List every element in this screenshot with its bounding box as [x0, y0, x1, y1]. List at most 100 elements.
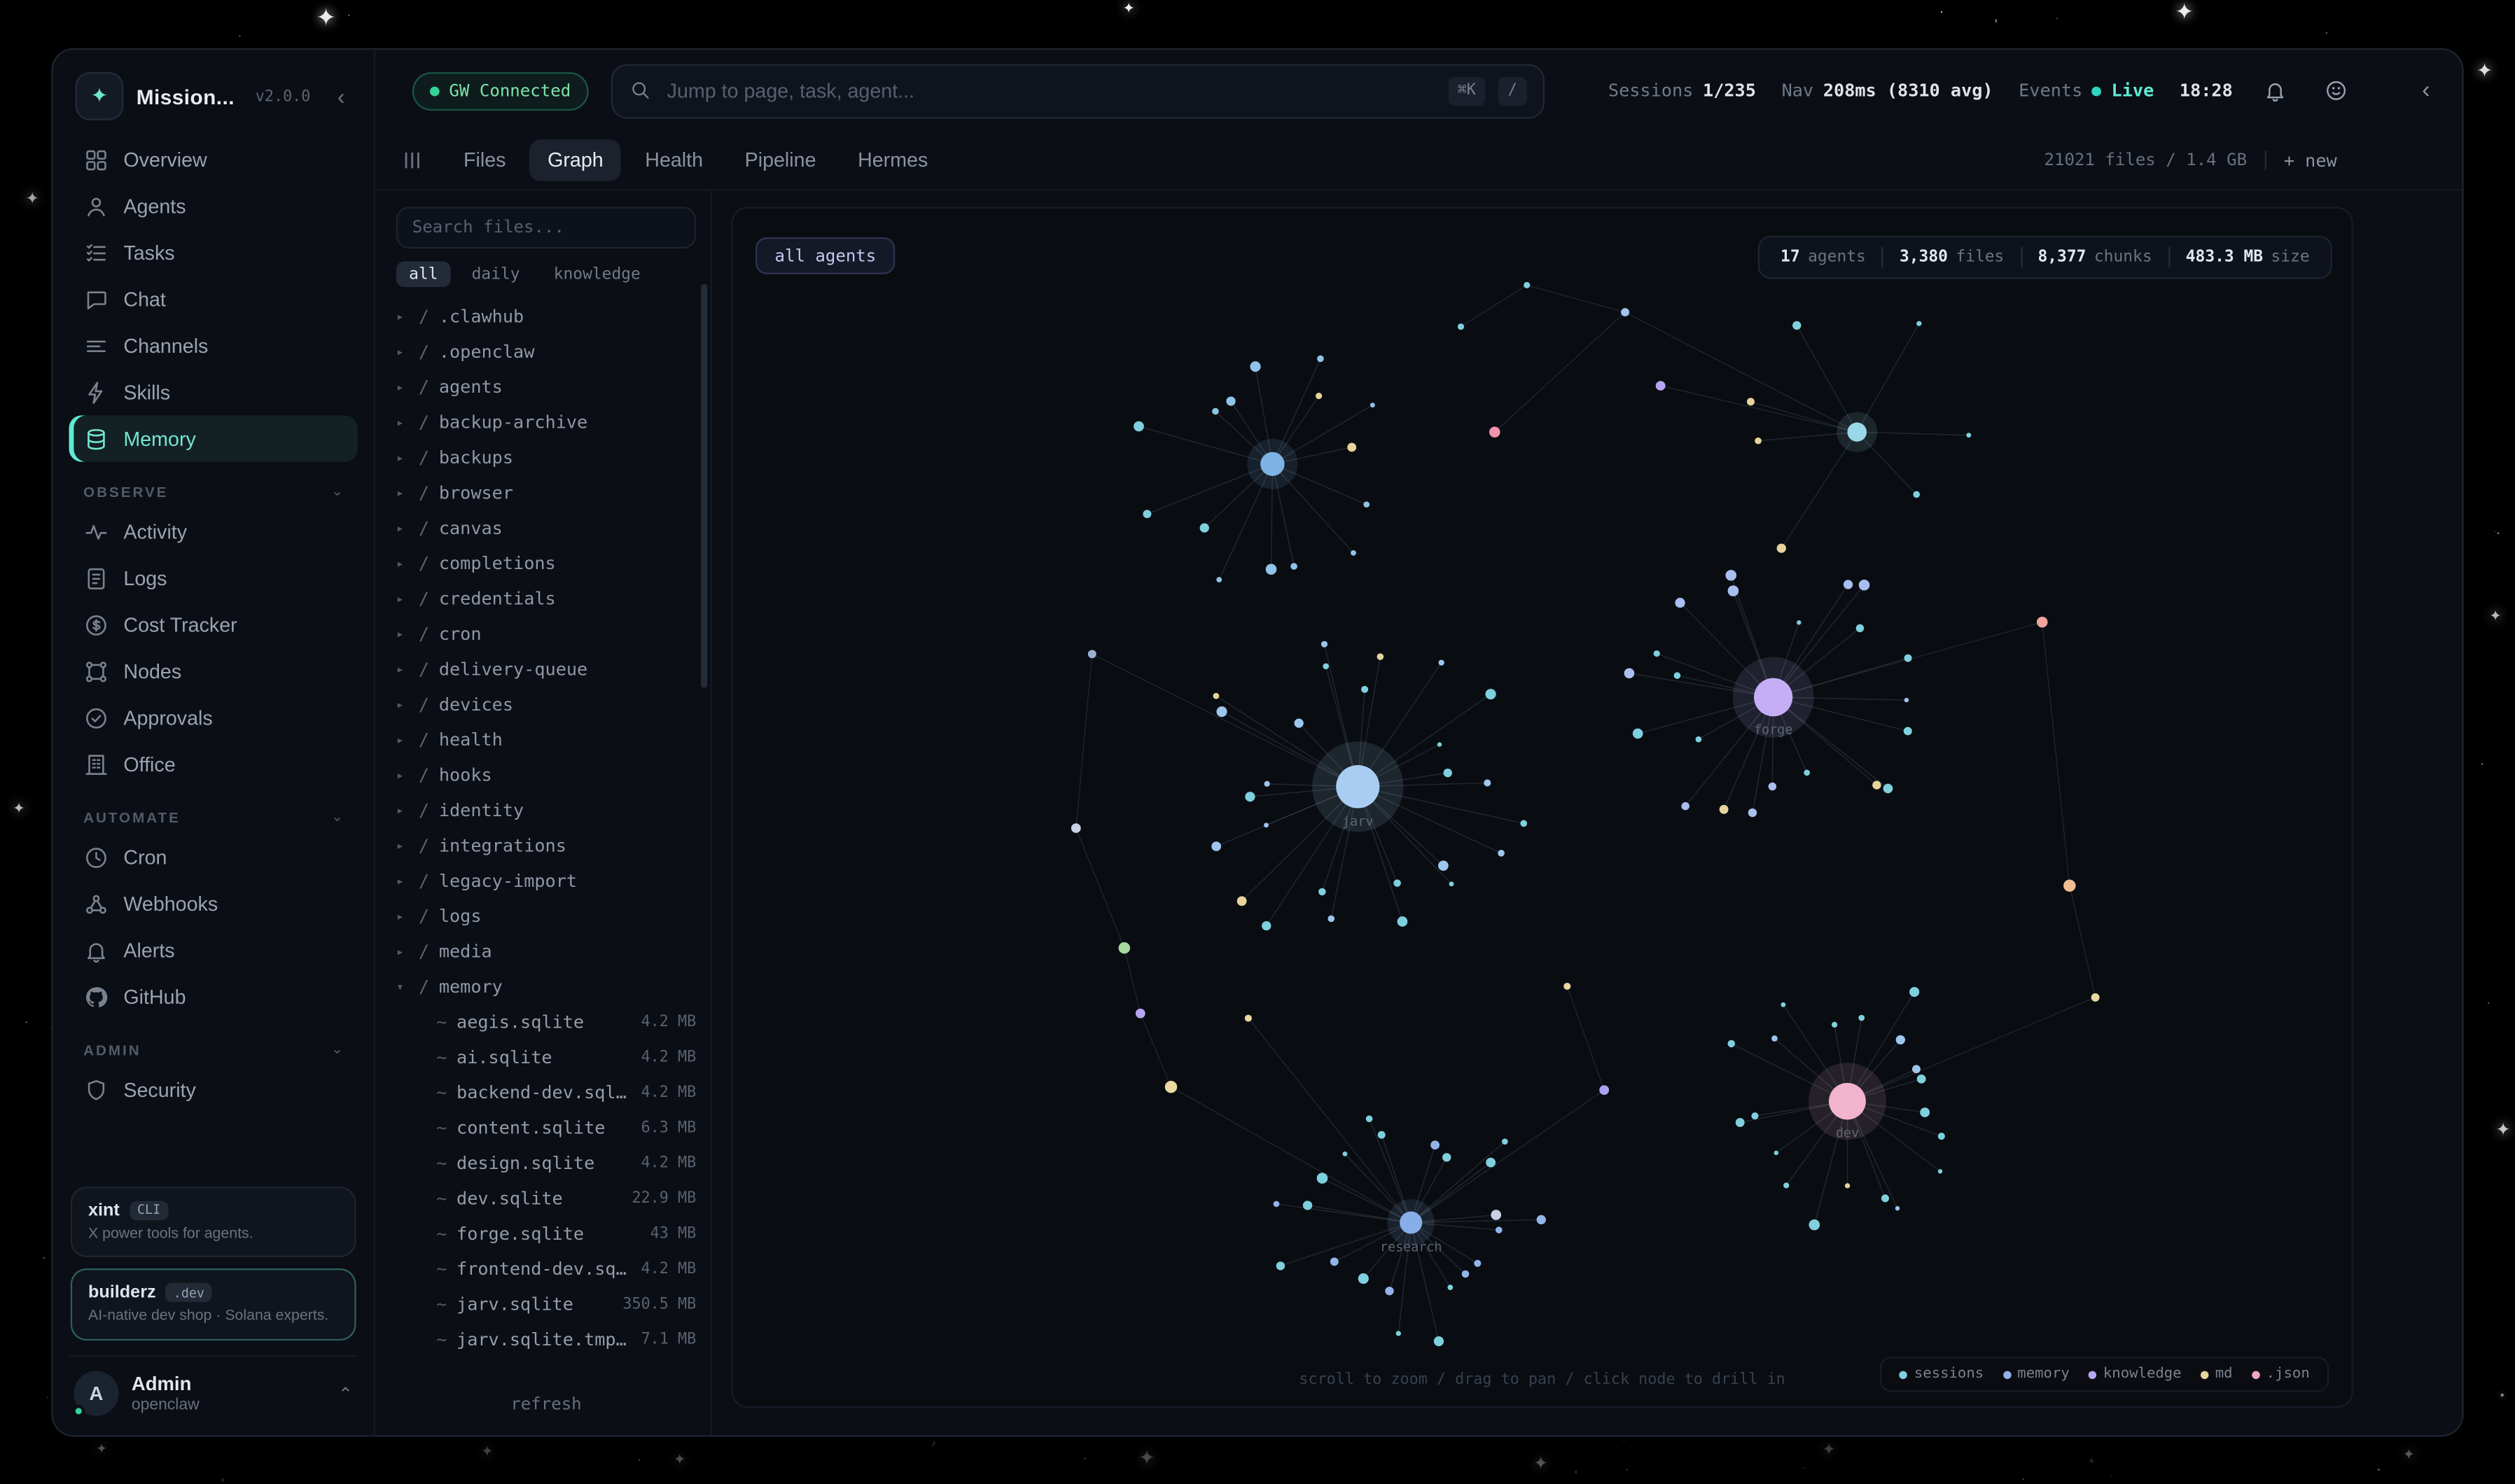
file-bullet: ~	[436, 1258, 447, 1279]
graph-hub-jarv[interactable]	[1336, 765, 1379, 808]
folder-row[interactable]: ▸/.clawhub	[396, 298, 696, 333]
gateway-status-badge[interactable]: GW Connected	[412, 71, 589, 110]
folder-row[interactable]: ▸/delivery-queue	[396, 651, 696, 686]
refresh-button[interactable]: refresh	[396, 1384, 696, 1426]
notifications-bell-icon[interactable]	[2255, 71, 2294, 110]
tab-graph[interactable]: Graph	[530, 139, 621, 181]
filter-daily[interactable]: daily	[459, 261, 533, 287]
file-row[interactable]: ~jarv.sqlite.tmp…7.1 MB	[396, 1322, 696, 1357]
tab-pipeline[interactable]: Pipeline	[727, 139, 833, 181]
file-row[interactable]: ~backend-dev.sql…4.2 MB	[396, 1074, 696, 1110]
sidebar-item-logs[interactable]: Logs	[69, 555, 358, 601]
app-logo-icon: ✦	[76, 72, 124, 120]
folder-row[interactable]: ▸/health	[396, 722, 696, 757]
folder-row[interactable]: ▸/legacy-import	[396, 862, 696, 897]
sidebar-item-approvals[interactable]: Approvals	[69, 694, 358, 741]
file-search[interactable]	[396, 207, 696, 249]
folder-row[interactable]: ▸/media	[396, 933, 696, 968]
sidebar-item-agents[interactable]: Agents	[69, 183, 358, 229]
file-row[interactable]: ~jarv.sqlite350.5 MB	[396, 1286, 696, 1321]
star-sparkle: ✦	[2175, 0, 2194, 22]
agents-filter-badge[interactable]: all agents	[755, 237, 896, 274]
caret-right-icon: ▸	[396, 309, 409, 323]
folder-row[interactable]: ▸/identity	[396, 792, 696, 827]
file-name: content.sqlite	[457, 1117, 605, 1138]
stat-value: 483.3 MB	[2186, 248, 2263, 266]
chevron-down-icon[interactable]: ⌄	[331, 1041, 343, 1058]
nodes-icon	[83, 658, 109, 684]
file-row[interactable]: ~design.sqlite4.2 MB	[396, 1145, 696, 1180]
tab-health[interactable]: Health	[627, 139, 720, 181]
folder-row[interactable]: ▸/devices	[396, 686, 696, 721]
folder-row[interactable]: ▸/completions	[396, 545, 696, 580]
memory-graph-canvas[interactable]: jarvforgedevresearch	[733, 209, 2351, 1406]
graph-hub-hubB[interactable]	[1847, 423, 1867, 442]
sidebar-item-security[interactable]: Security	[69, 1066, 358, 1112]
folder-row[interactable]: ▸/backups	[396, 440, 696, 475]
chevron-down-icon[interactable]: ⌄	[331, 483, 343, 500]
filter-all[interactable]: all	[396, 261, 451, 287]
right-panel-toggle-icon[interactable]: ‹	[2416, 77, 2437, 104]
folder-row[interactable]: ▸/.openclaw	[396, 333, 696, 368]
sidebar-item-skills[interactable]: Skills	[69, 369, 358, 415]
sidebar-item-office[interactable]: Office	[69, 741, 358, 787]
file-row[interactable]: ~dev.sqlite22.9 MB	[396, 1180, 696, 1215]
graph-hub-research[interactable]	[1400, 1212, 1422, 1234]
folder-row[interactable]: ▸/browser	[396, 475, 696, 510]
graph-hub-dev[interactable]	[1829, 1083, 1866, 1119]
folder-row[interactable]: ▸/credentials	[396, 580, 696, 615]
sidebar-item-overview[interactable]: Overview	[69, 136, 358, 183]
file-row[interactable]: ~ai.sqlite4.2 MB	[396, 1039, 696, 1074]
legend-item-memory: memory	[2003, 1366, 2070, 1382]
sidebar-item-activity[interactable]: Activity	[69, 508, 358, 554]
sidebar-item-cost-tracker[interactable]: Cost Tracker	[69, 601, 358, 648]
folder-row[interactable]: ▸/logs	[396, 898, 696, 933]
folder-row[interactable]: ▸/canvas	[396, 510, 696, 545]
folder-row[interactable]: ▸/hooks	[396, 757, 696, 792]
file-tree-scrollbar[interactable]	[701, 284, 707, 687]
file-search-input[interactable]	[412, 218, 681, 237]
folder-row[interactable]: ▸/agents	[396, 369, 696, 404]
stat-value: 3,380	[1900, 248, 1948, 266]
files-summary: 21021 files / 1.4 GB	[2044, 150, 2247, 169]
user-menu[interactable]: A Admin openclaw ⌃	[69, 1355, 358, 1420]
file-size: 43 MB	[650, 1224, 697, 1242]
folder-row[interactable]: ▸/cron	[396, 616, 696, 651]
tab-files[interactable]: Files	[446, 139, 524, 181]
global-search[interactable]: ⌘K /	[611, 63, 1544, 118]
sidebar-item-nodes[interactable]: Nodes	[69, 648, 358, 694]
chevron-up-icon[interactable]: ⌃	[338, 1383, 353, 1404]
logs-icon	[83, 566, 109, 592]
sidebar-item-tasks[interactable]: Tasks	[69, 230, 358, 276]
columns-layout-icon[interactable]	[401, 149, 424, 172]
graph-hub-hubA[interactable]	[1260, 452, 1284, 476]
sidebar-item-channels[interactable]: Channels	[69, 322, 358, 368]
filter-knowledge[interactable]: knowledge	[541, 261, 653, 287]
sidebar-item-alerts[interactable]: Alerts	[69, 927, 358, 973]
folder-row[interactable]: ▸/integrations	[396, 827, 696, 862]
promo-card-builderz[interactable]: builderz.devAI-native dev shop · Solana …	[71, 1269, 356, 1340]
file-row[interactable]: ~forge.sqlite43 MB	[396, 1215, 696, 1250]
feedback-smiley-icon[interactable]	[2316, 71, 2355, 110]
chevron-down-icon[interactable]: ⌄	[331, 808, 343, 826]
graph-hub-forge[interactable]	[1754, 678, 1792, 717]
file-name: jarv.sqlite	[457, 1294, 573, 1315]
sidebar-item-chat[interactable]: Chat	[69, 276, 358, 322]
tab-hermes[interactable]: Hermes	[840, 139, 946, 181]
avatar-initial: A	[89, 1382, 103, 1405]
sidebar-item-webhooks[interactable]: Webhooks	[69, 881, 358, 927]
promo-card-xint[interactable]: xintCLIX power tools for agents.	[71, 1186, 356, 1258]
sidebar-item-memory[interactable]: Memory	[69, 415, 358, 461]
file-row[interactable]: ~content.sqlite6.3 MB	[396, 1110, 696, 1144]
sidebar-item-cron[interactable]: Cron	[69, 834, 358, 880]
folder-row[interactable]: ▾/memory	[396, 969, 696, 1004]
search-input[interactable]	[667, 79, 1435, 102]
path-slash: /	[419, 412, 429, 433]
new-file-button[interactable]: + new	[2284, 150, 2337, 171]
sidebar-collapse-icon[interactable]: ‹	[331, 83, 351, 109]
star-sparkle: ✦	[2489, 610, 2501, 624]
folder-row[interactable]: ▸/backup-archive	[396, 404, 696, 439]
file-row[interactable]: ~frontend-dev.sq…4.2 MB	[396, 1251, 696, 1286]
file-row[interactable]: ~aegis.sqlite4.2 MB	[396, 1004, 696, 1039]
sidebar-item-github[interactable]: GitHub	[69, 974, 358, 1020]
